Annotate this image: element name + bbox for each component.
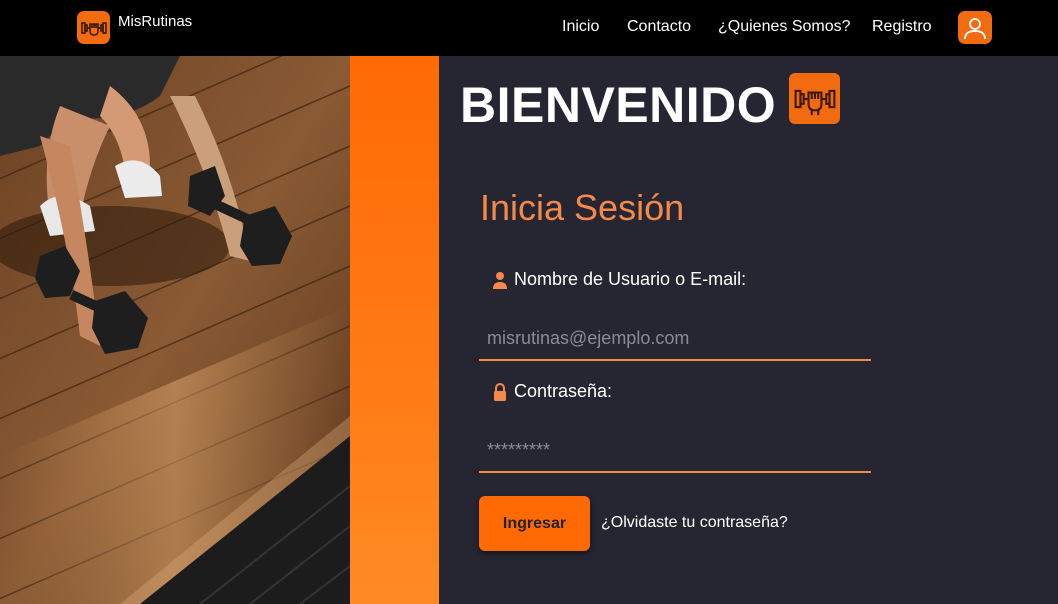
username-label-text: Nombre de Usuario o E-mail: [514, 269, 747, 289]
nav-link-contacto[interactable]: Contacto [627, 18, 691, 36]
nav-link-registro[interactable]: Registro [872, 18, 932, 36]
user-icon [964, 17, 986, 39]
brand[interactable]: MisRutinas [77, 11, 192, 44]
welcome-heading: BIENVENIDO [460, 77, 777, 133]
username-label: Nombre de Usuario o E-mail: [492, 269, 746, 290]
password-label-text: Contraseña: [514, 381, 613, 401]
dumbbell-fist-icon[interactable] [77, 11, 110, 44]
password-label: Contraseña: [492, 381, 612, 402]
brand-name[interactable]: MisRutinas [118, 13, 192, 30]
accent-stripe [350, 56, 439, 604]
login-title: Inicia Sesión [480, 187, 685, 228]
nav-link-inicio[interactable]: Inicio [562, 18, 599, 36]
username-input[interactable] [479, 317, 871, 361]
dumbbell-fist-icon [789, 73, 840, 124]
password-input[interactable] [479, 429, 871, 473]
user-account-button[interactable] [958, 11, 992, 44]
top-navbar: MisRutinas Inicio Contacto ¿Quienes Somo… [0, 0, 1058, 56]
lock-icon [492, 382, 508, 402]
person-icon [492, 270, 508, 290]
forgot-password-link[interactable]: ¿Olvidaste tu contraseña? [601, 514, 788, 532]
hero-photo [0, 56, 350, 604]
login-button[interactable]: Ingresar [479, 496, 590, 551]
nav-link-quienes-somos[interactable]: ¿Quienes Somos? [718, 18, 851, 36]
